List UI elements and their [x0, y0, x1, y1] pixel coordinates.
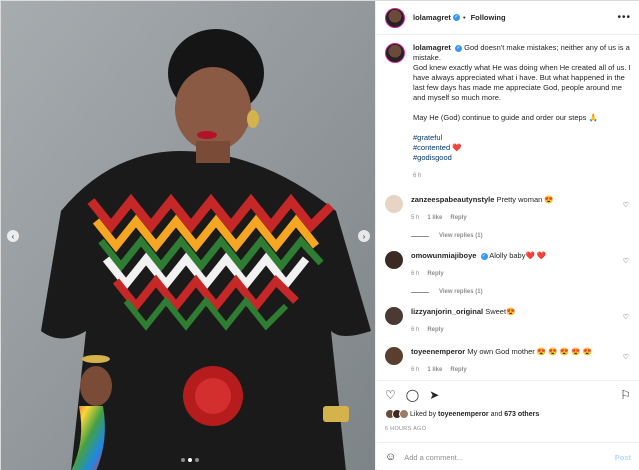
save-bookmark-icon[interactable]: ⚐ — [620, 388, 631, 402]
like-comment-heart-icon[interactable]: ♡ — [623, 257, 629, 265]
comment-text: Alolly baby❤️ ❤️ — [489, 251, 547, 260]
comment-text: Sweet😍 — [485, 307, 516, 316]
post-header: lolamagret ✓ • Following ••• — [377, 1, 639, 35]
reply-button[interactable]: Reply — [427, 327, 443, 333]
chevron-right-icon: › — [362, 231, 366, 241]
photo-illustration — [1, 1, 375, 470]
liked-by-and: and — [490, 410, 503, 418]
view-replies-button[interactable]: View replies (1) — [411, 233, 631, 239]
comment-username[interactable]: omowunmiajiboye — [411, 251, 476, 260]
caption-age: 6 h — [413, 173, 422, 179]
like-heart-icon[interactable]: ♡ — [385, 388, 396, 402]
chevron-left-icon: ‹ — [11, 231, 15, 241]
comment-likes[interactable]: 1 like — [427, 215, 442, 221]
verified-badge-icon: ✓ — [480, 252, 488, 260]
commenter-avatar[interactable] — [385, 307, 403, 325]
carousel-dot — [195, 458, 199, 462]
separator-dot: • — [462, 13, 466, 22]
comment-row: zanzeespabeautynstyle Pretty woman 😍 5 h… — [385, 195, 631, 223]
reply-button[interactable]: Reply — [450, 367, 466, 373]
comment-age: 5 h — [411, 215, 420, 221]
like-comment-heart-icon[interactable]: ♡ — [623, 201, 629, 209]
commenter-avatar[interactable] — [385, 195, 403, 213]
view-replies-button[interactable]: View replies (1) — [411, 289, 631, 295]
next-photo-button[interactable]: › — [358, 230, 370, 242]
verified-badge-icon: ✓ — [452, 14, 460, 21]
liker-avatar — [399, 409, 409, 419]
add-comment-bar: ☺ Post — [377, 442, 639, 470]
like-comment-heart-icon[interactable]: ♡ — [623, 313, 629, 321]
view-replies-label: View replies (1) — [439, 233, 483, 239]
others-likes-link[interactable]: 673 others — [504, 411, 539, 418]
comment-row: lizzyanjorin_original Sweet😍 6 h Reply ♡ — [385, 307, 631, 335]
comment-age: 6 h — [411, 271, 420, 277]
comment-text: Pretty woman 😍 — [496, 195, 554, 204]
comment-username[interactable]: toyeenemperor — [411, 347, 465, 356]
post-timestamp: 6 HOURS AGO — [385, 426, 427, 432]
caption-avatar[interactable] — [385, 43, 405, 63]
comment-age: 6 h — [411, 367, 420, 373]
emoji-smiley-icon[interactable]: ☺ — [385, 451, 396, 463]
carousel-indicator — [181, 458, 199, 462]
post-comment-button[interactable]: Post — [615, 453, 631, 462]
commenter-avatar[interactable] — [385, 347, 403, 365]
likes-summary: Liked by toyeenemperor and 673 others — [385, 409, 631, 419]
carousel-dot — [181, 458, 185, 462]
comment-username[interactable]: lizzyanjorin_original — [411, 307, 483, 316]
caption-line-3: May He (God) continue to guide and order… — [413, 113, 598, 122]
view-replies-label: View replies (1) — [439, 289, 483, 295]
post-actions: ♡ ◯ ➤ ⚐ Liked by toyeenemperor and 673 o… — [377, 380, 639, 434]
hashtag-contented[interactable]: #contented ❤️ — [413, 143, 631, 153]
comments-list[interactable]: lolamagret ✓ God doesn't make mistakes; … — [377, 35, 639, 380]
like-comment-heart-icon[interactable]: ♡ — [623, 353, 629, 361]
liked-by-user[interactable]: toyeenemperor — [438, 411, 489, 418]
comment-username[interactable]: zanzeespabeautynstyle — [411, 195, 494, 204]
hashtag-godisgood[interactable]: #godisgood — [413, 153, 631, 163]
comment-age: 6 h — [411, 327, 420, 333]
previous-photo-button[interactable]: ‹ — [7, 230, 19, 242]
liker-avatars — [385, 409, 409, 419]
comment-likes[interactable]: 1 like — [427, 367, 442, 373]
share-send-icon[interactable]: ➤ — [429, 388, 439, 402]
comment-input[interactable] — [404, 452, 615, 462]
post-photo[interactable]: ‹ › — [1, 1, 376, 470]
comment-bubble-icon[interactable]: ◯ — [406, 388, 419, 402]
following-button[interactable]: Following — [471, 13, 506, 22]
reply-button[interactable]: Reply — [427, 271, 443, 277]
commenter-avatar[interactable] — [385, 251, 403, 269]
comment-row: omowunmiajiboye ✓ Alolly baby❤️ ❤️ 6 h Re… — [385, 251, 631, 279]
caption-meta: 6 h — [413, 171, 631, 181]
post-details-panel: lolamagret ✓ • Following ••• lolamagret … — [377, 1, 639, 470]
comment-text: My own God mother 😍 😍 😍 😍 😍 — [467, 347, 592, 356]
more-options-icon[interactable]: ••• — [617, 12, 631, 23]
carousel-dot-active — [188, 458, 192, 462]
author-avatar[interactable] — [385, 7, 405, 28]
verified-badge-icon: ✓ — [455, 44, 463, 52]
comment-row: toyeenemperor My own God mother 😍 😍 😍 😍 … — [385, 347, 631, 375]
hashtag-grateful[interactable]: #grateful — [413, 133, 631, 143]
caption: lolamagret ✓ God doesn't make mistakes; … — [385, 43, 631, 181]
post-modal: ‹ › lolamagret ✓ • Following ••• lolamag… — [0, 0, 639, 470]
caption-line-2: God knew exactly what He was doing when … — [413, 63, 631, 102]
liked-by-prefix: Liked by — [410, 410, 437, 418]
reply-button[interactable]: Reply — [450, 215, 466, 221]
caption-username[interactable]: lolamagret — [413, 43, 451, 52]
author-username[interactable]: lolamagret — [413, 13, 451, 22]
